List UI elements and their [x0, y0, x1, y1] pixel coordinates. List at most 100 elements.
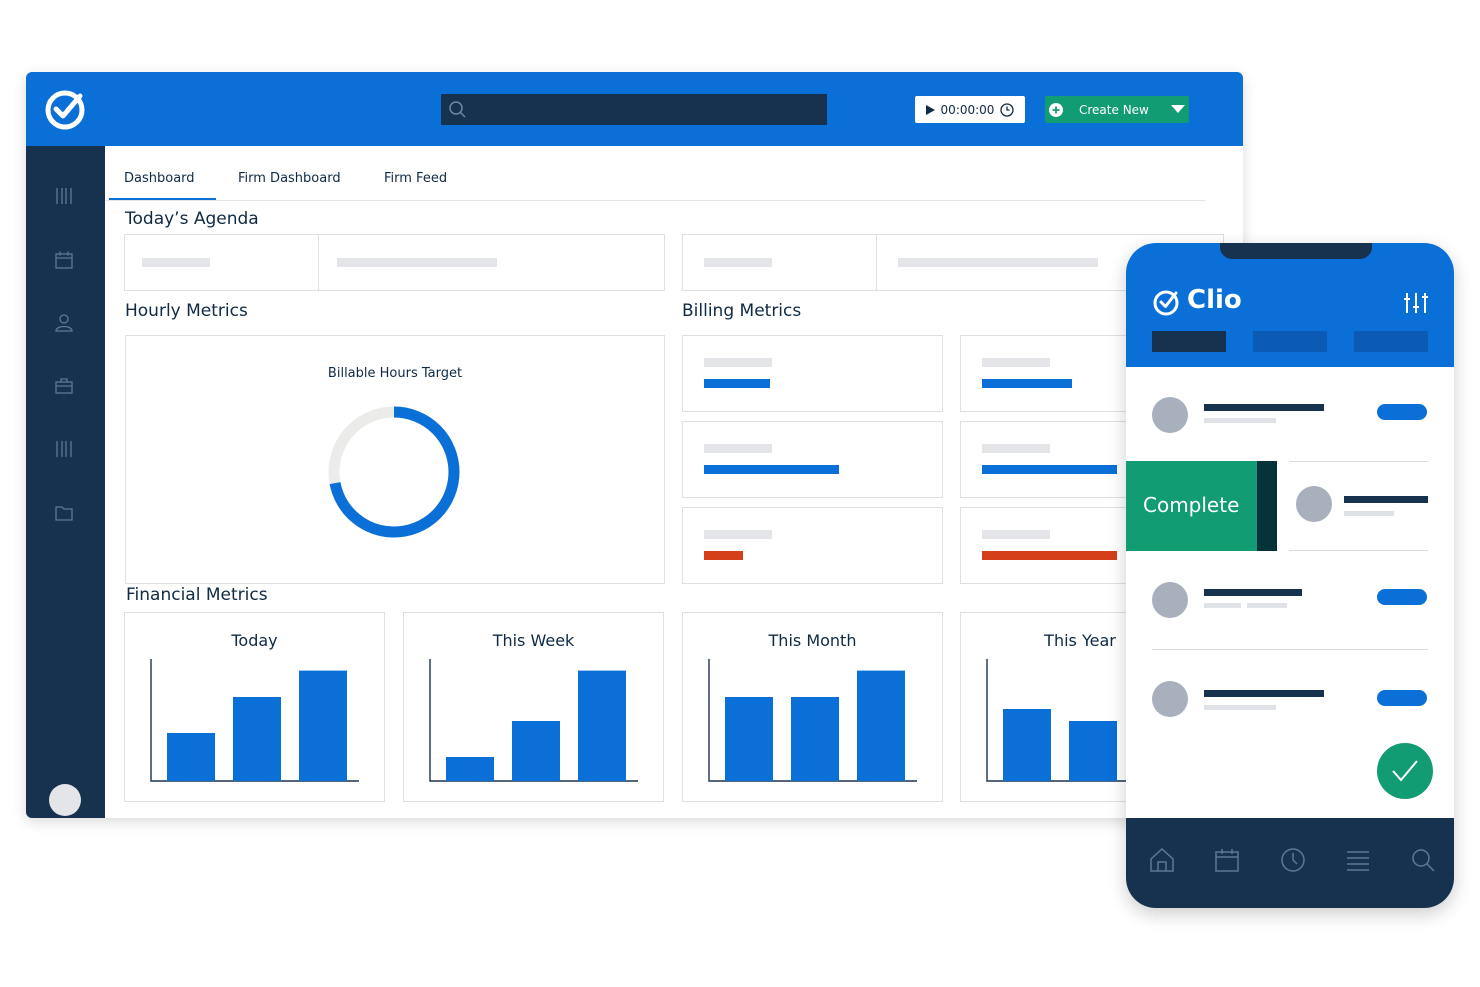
divider: [318, 235, 319, 290]
chart-bar: [1003, 709, 1051, 781]
metric-progress-bar: [704, 551, 743, 560]
placeholder-bar: [704, 444, 772, 453]
avatar[interactable]: [49, 784, 81, 816]
metric-progress-bar: [704, 465, 839, 474]
metric-progress-bar: [704, 379, 770, 388]
list-item-action[interactable]: [1377, 589, 1427, 605]
mobile-phone: Clio Complete: [1126, 243, 1454, 908]
agenda-card: [124, 234, 665, 291]
list-item-action[interactable]: [1377, 690, 1427, 706]
brand-name: Clio: [1187, 285, 1242, 315]
avatar: [1152, 582, 1188, 618]
top-bar: 00:00:00 Create New: [26, 72, 1243, 146]
list-item-title: [1204, 404, 1324, 411]
chevron-down-icon[interactable]: [1170, 105, 1185, 114]
separator: [1152, 649, 1428, 650]
list-item-title: [1204, 690, 1324, 697]
donut-title: Billable Hours Target: [327, 366, 463, 381]
home-icon[interactable]: [1149, 847, 1175, 873]
complete-label: Complete: [1143, 493, 1240, 517]
list-item-title: [1344, 496, 1428, 503]
bottom-nav: [1126, 818, 1454, 908]
divider: [876, 235, 877, 290]
metric-progress-bar: [982, 551, 1117, 560]
tab-dashboard[interactable]: Dashboard: [124, 171, 195, 186]
clock-icon[interactable]: [1280, 847, 1306, 873]
bar-chart: [429, 659, 638, 782]
complete-fab[interactable]: [1377, 743, 1433, 799]
complete-action[interactable]: Complete: [1126, 461, 1257, 551]
separator: [1289, 550, 1428, 551]
tab-divider: [105, 200, 1205, 201]
placeholder-bar: [704, 258, 772, 267]
checkmark-icon: [1392, 760, 1418, 782]
chart-bar: [725, 697, 773, 781]
financial-chart-card: This Week: [403, 612, 664, 802]
phone-tab-2[interactable]: [1253, 331, 1327, 352]
chart-bar: [857, 670, 905, 781]
placeholder-bar: [142, 258, 210, 267]
billing-metric-card: [682, 507, 943, 584]
swipe-edge: [1257, 461, 1277, 551]
timer-value: 00:00:00: [940, 102, 995, 117]
list-item-subtitle: [1204, 603, 1241, 608]
clio-logo-icon[interactable]: [44, 88, 88, 132]
list-item-title: [1204, 589, 1302, 596]
avatar: [1152, 681, 1188, 717]
phone-tab-1[interactable]: [1152, 331, 1226, 352]
list-item-subtitle: [1204, 705, 1276, 710]
create-new-button[interactable]: Create New: [1045, 96, 1189, 123]
timer-button[interactable]: 00:00:00: [915, 96, 1025, 123]
chart-bar: [299, 670, 347, 781]
list-item-subtitle: [1247, 603, 1287, 608]
clock-icon: [1000, 102, 1015, 117]
search-input[interactable]: [441, 94, 827, 125]
sidebar-matters-icon[interactable]: [54, 376, 74, 396]
chart-bar: [512, 721, 560, 781]
list-icon[interactable]: [1345, 847, 1371, 873]
billing-metric-card: [682, 335, 943, 412]
create-new-label: Create New: [1079, 102, 1149, 117]
chart-bar: [578, 670, 626, 781]
calendar-icon[interactable]: [1214, 847, 1240, 873]
financial-title: Financial Metrics: [126, 585, 268, 605]
search-icon: [449, 101, 466, 118]
filter-sliders-icon[interactable]: [1404, 293, 1428, 313]
billing-metric-card: [682, 421, 943, 498]
play-icon: [925, 104, 935, 115]
placeholder-bar: [982, 358, 1050, 367]
chart-bar: [446, 757, 494, 781]
list-item-action[interactable]: [1377, 404, 1427, 420]
sidebar-documents-icon[interactable]: [54, 503, 74, 523]
donut-chart: [328, 406, 460, 538]
placeholder-bar: [898, 258, 1098, 267]
sidebar-timeline-icon[interactable]: [54, 186, 74, 206]
clio-logo-icon: [1153, 290, 1179, 316]
hourly-title: Hourly Metrics: [125, 301, 248, 321]
chart-bar: [791, 697, 839, 781]
financial-chart-card: This Month: [682, 612, 943, 802]
chart-bar: [1069, 721, 1117, 781]
phone-tab-3[interactable]: [1354, 331, 1428, 352]
chart-bar: [233, 697, 281, 781]
chart-bar: [167, 733, 215, 781]
avatar: [1296, 486, 1332, 522]
plus-circle-icon: [1049, 102, 1063, 117]
hourly-card: Billable Hours Target: [125, 335, 665, 584]
bar-chart: [150, 659, 359, 782]
sidebar-calendar-icon[interactable]: [54, 250, 74, 270]
separator: [1289, 461, 1428, 462]
list-item-subtitle: [1204, 418, 1276, 423]
financial-chart-card: Today: [124, 612, 385, 802]
phone-notch: [1220, 243, 1372, 259]
placeholder-bar: [704, 530, 772, 539]
placeholder-bar: [982, 444, 1050, 453]
placeholder-bar: [337, 258, 497, 267]
avatar: [1152, 397, 1188, 433]
sidebar-activities-icon[interactable]: [54, 439, 74, 459]
search-icon[interactable]: [1410, 847, 1436, 873]
sidebar-contacts-icon[interactable]: [54, 313, 74, 333]
agenda-title: Today’s Agenda: [125, 209, 259, 229]
tab-firm-feed[interactable]: Firm Feed: [384, 171, 447, 186]
tab-firm-dashboard[interactable]: Firm Dashboard: [238, 171, 341, 186]
